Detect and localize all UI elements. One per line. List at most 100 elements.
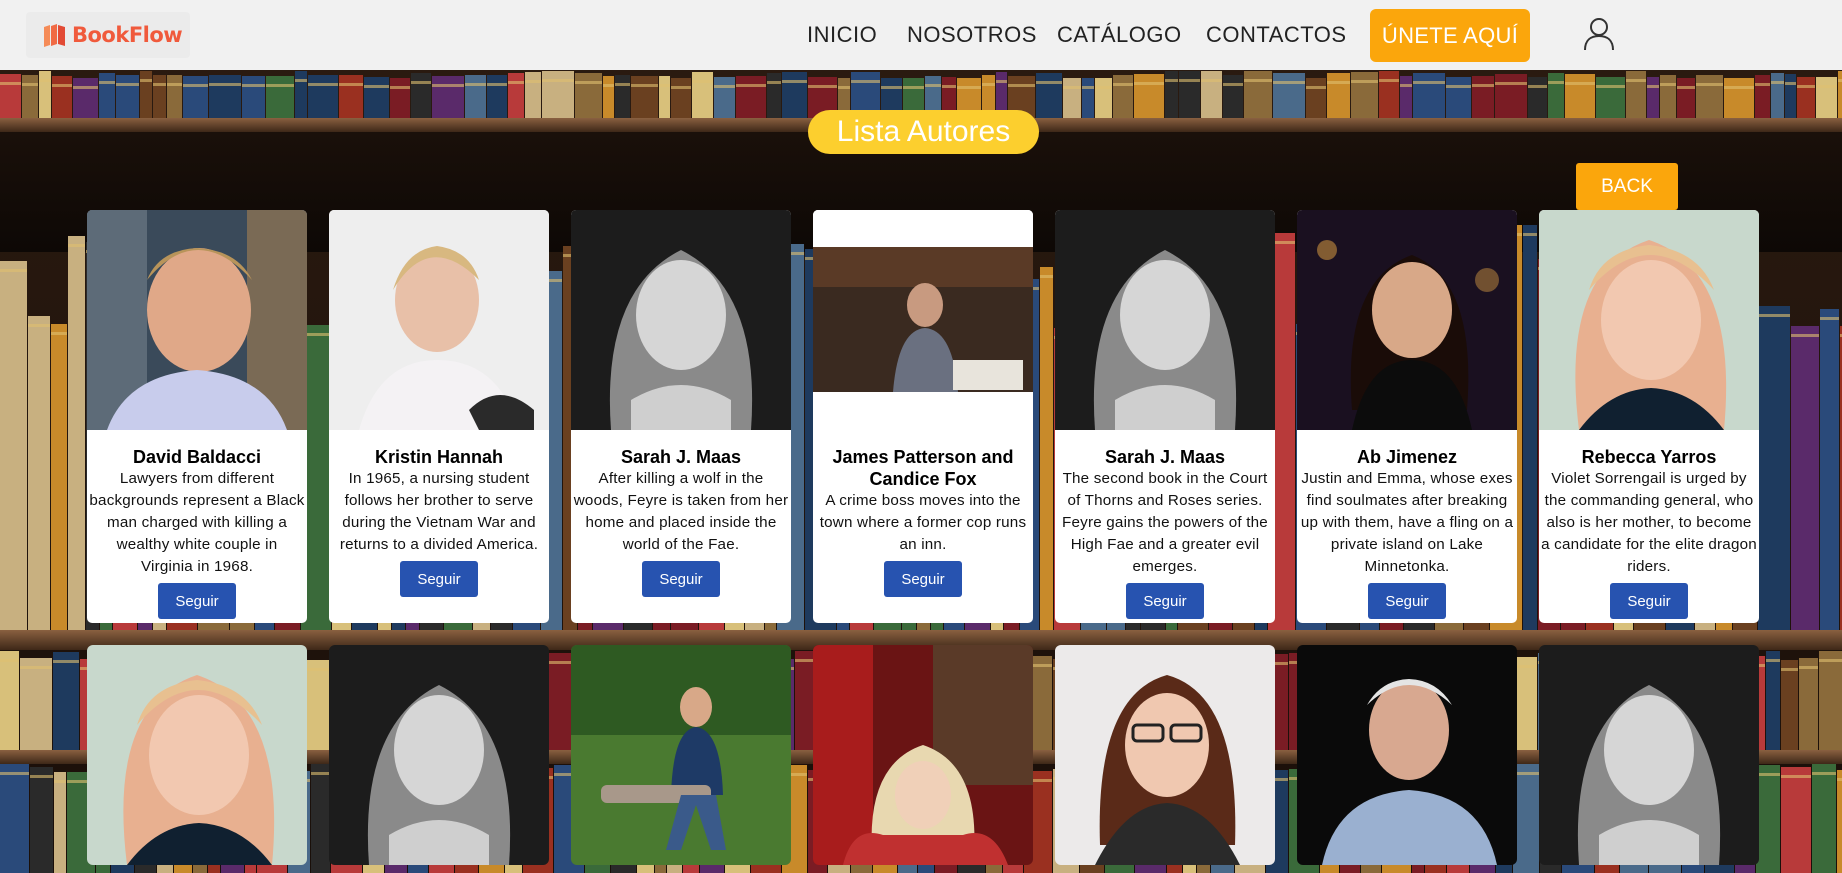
book-spine <box>140 71 152 118</box>
book-spine <box>51 324 67 630</box>
book-spine-band <box>364 85 389 88</box>
book-spine-band <box>1201 79 1222 82</box>
author-photo[interactable] <box>813 210 1033 430</box>
book-spine <box>1756 765 1780 873</box>
book-spine <box>1327 73 1350 118</box>
book-spine-band <box>1837 778 1842 781</box>
book-spine <box>692 72 713 118</box>
book-spine-band <box>1327 81 1350 84</box>
join-button[interactable]: ÚNETE AQUÍ <box>1370 9 1530 62</box>
book-spine-band <box>1647 85 1659 88</box>
book-spine-band <box>659 84 670 87</box>
book-spine <box>1113 75 1133 118</box>
author-name: Sarah J. Maas <box>1104 447 1226 467</box>
author-photo[interactable] <box>1297 645 1517 865</box>
author-photo[interactable] <box>571 645 791 865</box>
brand-logo[interactable]: BookFlow <box>26 12 190 58</box>
book-spine <box>1063 78 1081 118</box>
book-spine-band <box>308 83 338 86</box>
book-spine <box>52 76 72 118</box>
book-spine <box>1781 660 1798 750</box>
book-spine-band <box>1036 81 1062 84</box>
follow-button[interactable]: Seguir <box>1126 583 1204 619</box>
book-spine <box>1379 71 1399 118</box>
book-spine <box>1816 77 1837 118</box>
book-spine-band <box>808 85 837 88</box>
author-photo[interactable] <box>571 210 791 430</box>
follow-button[interactable]: Seguir <box>158 583 236 619</box>
book-spine-band <box>54 780 66 783</box>
author-photo[interactable] <box>813 645 1033 865</box>
author-photo[interactable] <box>87 645 307 865</box>
book-spine <box>1797 77 1815 118</box>
book-spine-band <box>838 86 850 89</box>
book-spine <box>487 75 507 118</box>
book-spine-band <box>0 772 29 775</box>
author-photo[interactable] <box>329 645 549 865</box>
author-photo[interactable] <box>329 210 549 430</box>
author-description: A crime boss moves into the town where a… <box>819 492 1027 553</box>
author-photo[interactable] <box>1055 645 1275 865</box>
book-spine <box>1660 75 1676 118</box>
book-spine <box>631 76 658 118</box>
follow-button[interactable]: Seguir <box>400 561 478 597</box>
book-spine <box>525 72 541 118</box>
book-spine-band <box>1040 275 1053 278</box>
nav-contactos[interactable]: CONTACTOS <box>1206 22 1347 48</box>
book-spine <box>0 74 21 118</box>
book-spine <box>364 77 389 118</box>
book-spine-band <box>295 79 307 82</box>
book-spine <box>1837 770 1842 873</box>
author-photo[interactable] <box>1055 210 1275 430</box>
author-photo[interactable] <box>1539 210 1759 430</box>
author-description: Violet Sorrengail is urged by the comman… <box>1541 470 1757 575</box>
book-spine <box>1413 73 1445 118</box>
book-spine-band <box>1379 79 1399 82</box>
nav-nosotros[interactable]: NOSOTROS <box>907 22 1037 48</box>
book-spine-band <box>957 86 981 89</box>
book-spine-band <box>1565 82 1595 85</box>
book-spine-band <box>1819 659 1842 662</box>
book-spine-band <box>1008 84 1035 87</box>
follow-button[interactable]: Seguir <box>884 561 962 597</box>
book-spine-band <box>1696 83 1723 86</box>
user-icon[interactable] <box>1583 17 1615 51</box>
book-spine <box>116 75 139 118</box>
book-spine-band <box>432 84 464 87</box>
author-photo[interactable] <box>1297 210 1517 430</box>
brand-name: BookFlow <box>72 23 183 47</box>
follow-button[interactable]: Seguir <box>1610 583 1688 619</box>
book-spine <box>1838 71 1842 118</box>
book-spine <box>1036 73 1062 118</box>
author-photo[interactable] <box>1539 645 1759 865</box>
book-spine <box>1724 78 1754 118</box>
book-spine-band <box>1523 233 1537 236</box>
book-spine <box>1771 73 1784 118</box>
book-spine-band <box>1785 82 1796 85</box>
book-spine-band <box>1791 334 1819 337</box>
back-button[interactable]: BACK <box>1576 163 1678 210</box>
book-spine-band <box>1724 86 1754 89</box>
book-spine-band <box>22 83 38 86</box>
book-spine-band <box>851 80 880 83</box>
book-spine-band <box>1758 314 1790 317</box>
book-spine-band <box>1400 84 1412 87</box>
book-spine <box>432 76 464 118</box>
book-spine-band <box>1596 85 1625 88</box>
book-spine <box>0 651 19 750</box>
nav-inicio[interactable]: INICIO <box>807 22 877 48</box>
follow-button[interactable]: Seguir <box>1368 583 1446 619</box>
nav-catalogo[interactable]: CATÁLOGO <box>1057 22 1182 48</box>
book-spine-band <box>1799 666 1818 669</box>
author-name: David Baldacci <box>132 447 262 467</box>
follow-button[interactable]: Seguir <box>642 561 720 597</box>
book-spine-band <box>183 84 208 87</box>
book-spine-band <box>0 269 27 272</box>
book-spine-band <box>925 84 941 87</box>
book-spine <box>0 261 27 630</box>
author-photo[interactable] <box>87 210 307 430</box>
book-spine <box>1819 651 1842 750</box>
book-spine-band <box>1626 79 1646 82</box>
book-spine-band <box>1756 773 1780 776</box>
author-name: Rebecca Yarros <box>1581 447 1717 467</box>
